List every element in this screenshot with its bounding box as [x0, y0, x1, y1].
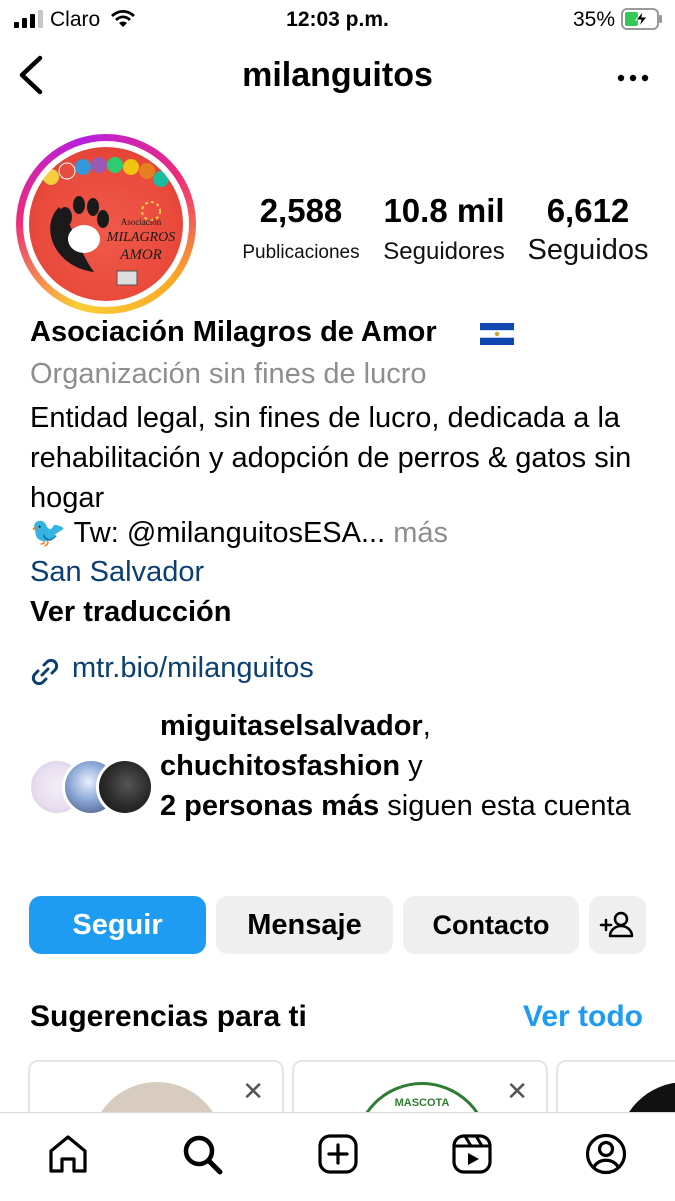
dismiss-suggestion-icon[interactable]: ✕	[506, 1076, 528, 1107]
twitter-handle: Tw: @milanguitosESA...	[73, 517, 386, 549]
create-post-icon[interactable]	[316, 1132, 360, 1176]
link-icon	[31, 658, 59, 686]
following-count[interactable]: 6,612	[524, 192, 652, 230]
bio-more-link[interactable]: más	[393, 517, 448, 549]
follow-button[interactable]: Seguir	[29, 896, 206, 954]
avatar-logo-image: Asociación MILAGROS AMOR	[43, 157, 175, 286]
reels-icon[interactable]	[450, 1132, 494, 1176]
profile-category: Organización sin fines de lucro	[30, 358, 427, 390]
following-label[interactable]: Seguidos	[518, 234, 658, 267]
status-bar: Claro 12:03 p.m. 35%	[0, 0, 675, 40]
svg-text:MILAGROS: MILAGROS	[106, 230, 175, 245]
suggested-accounts-button[interactable]	[589, 896, 646, 954]
mutual-follower-name[interactable]: chuchitosfashion	[160, 750, 400, 782]
dismiss-suggestion-icon[interactable]: ✕	[242, 1076, 264, 1107]
profile-icon[interactable]	[584, 1132, 628, 1176]
svg-text:Asociación: Asociación	[121, 217, 162, 227]
profile-username-title: milanguitos	[242, 56, 433, 94]
more-options-icon[interactable]	[613, 58, 653, 98]
mutual-followers-others[interactable]: 2 personas más	[160, 790, 379, 822]
battery-percentage: 35%	[572, 8, 615, 31]
posts-count[interactable]: 2,588	[240, 192, 362, 230]
mutual-follower-avatar[interactable]	[96, 758, 154, 816]
bio-description: Entidad legal, sin fines de lucro, dedic…	[30, 402, 632, 514]
bio-twitter-line[interactable]: 🐦 Tw: @milanguitosESA... más	[30, 516, 448, 550]
search-icon[interactable]	[180, 1132, 224, 1176]
mutual-follower-name[interactable]: miguitaselsalvador	[160, 710, 423, 742]
avatar[interactable]: Asociación MILAGROS AMOR	[29, 147, 183, 301]
el-salvador-flag-icon	[480, 323, 514, 345]
profile-display-name: Asociación Milagros de Amor	[30, 316, 437, 348]
see-all-suggestions-link[interactable]: Ver todo	[523, 1000, 643, 1034]
translate-bio-link[interactable]: Ver traducción	[30, 596, 231, 629]
svg-text:AMOR: AMOR	[119, 247, 162, 263]
contact-button[interactable]: Contacto	[403, 896, 579, 954]
bird-emoji-icon: 🐦	[30, 517, 67, 549]
posts-label[interactable]: Publicaciones	[224, 242, 378, 264]
battery-charging-icon	[621, 8, 662, 30]
bio-website-link[interactable]: mtr.bio/milanguitos	[72, 652, 314, 685]
followed-by-text[interactable]: miguitaselsalvador, chuchitosfashion y 2…	[160, 706, 640, 826]
suggestions-title: Sugerencias para ti	[30, 1000, 307, 1033]
add-person-icon	[599, 911, 634, 938]
message-button[interactable]: Mensaje	[216, 896, 393, 954]
bio-location[interactable]: San Salvador	[30, 556, 204, 589]
followers-count[interactable]: 10.8 mil	[374, 192, 514, 230]
home-icon[interactable]	[46, 1132, 90, 1176]
followers-label[interactable]: Seguidores	[374, 238, 514, 266]
